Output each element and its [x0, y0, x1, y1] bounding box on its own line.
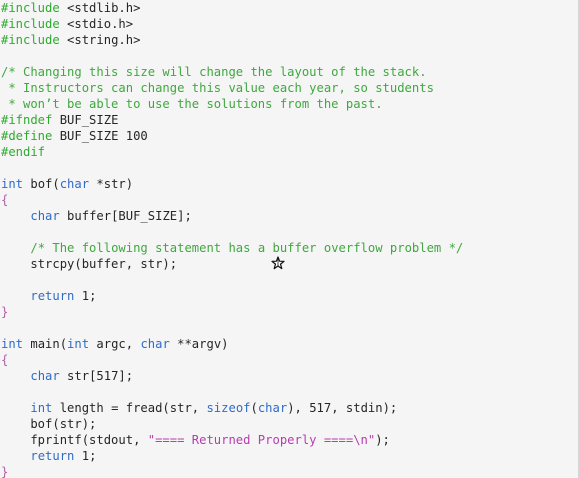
code-token: length = fread(str, — [52, 401, 207, 415]
code-token: int — [1, 177, 24, 191]
code-line: fprintf(stdout, "==== Returned Properly … — [1, 432, 578, 448]
code-token: #define — [1, 129, 60, 143]
code-editor[interactable]: #include <stdlib.h> #include <stdio.h> #in… — [0, 0, 579, 478]
code-token: "==== Returned Properly ====\n" — [147, 433, 376, 447]
code-token: char — [59, 177, 90, 191]
code-line: } — [1, 464, 578, 478]
code-token: str[517]; — [59, 369, 134, 383]
code-token: ); — [375, 433, 390, 447]
code-token: 1; — [74, 289, 97, 303]
code-line: int bof(char *str) — [1, 176, 578, 192]
code-token: /* The following statement has a buffer … — [30, 241, 464, 255]
code-token: buffer[BUF_SIZE]; — [59, 209, 192, 223]
code-token: 1; — [74, 449, 97, 463]
code-line: { — [1, 352, 578, 368]
code-line: #endif — [1, 144, 578, 160]
code-line: #define BUF_SIZE 100 — [1, 128, 578, 144]
code-token: char — [257, 401, 288, 415]
code-line: return 1; — [1, 448, 578, 464]
code-token: #endif — [1, 145, 46, 159]
code-token: *str) — [89, 177, 134, 191]
code-token: #ifndef — [1, 113, 60, 127]
code-line: strcpy(buffer, str); — [1, 256, 578, 272]
code-line: #include <stdlib.h> — [1, 0, 578, 16]
code-token: <stdio.h> — [67, 17, 134, 31]
code-line: #include <stdio.h> — [1, 16, 578, 32]
code-token: /* Changing this size will change the la… — [1, 65, 427, 79]
code-line: #include <string.h> — [1, 32, 578, 48]
code-token: bof(str); — [1, 417, 97, 431]
code-line: #ifndef BUF_SIZE — [1, 112, 578, 128]
code-line: char buffer[BUF_SIZE]; — [1, 208, 578, 224]
code-token: bof( — [23, 177, 60, 191]
code-token: fprintf(stdout, — [1, 433, 148, 447]
code-line: int main(int argc, char **argv) — [1, 336, 578, 352]
code-line: int length = fread(str, sizeof(char), 51… — [1, 400, 578, 416]
code-lines: #include <stdlib.h> #include <stdio.h> #in… — [1, 0, 578, 478]
code-token: #include — [1, 33, 68, 47]
code-token: int — [1, 337, 24, 351]
code-token: char — [30, 209, 60, 223]
code-token: main( — [23, 337, 68, 351]
code-token: int — [30, 401, 53, 415]
code-token: } — [1, 305, 9, 319]
code-token: **argv) — [169, 337, 229, 351]
code-line: /* The following statement has a buffer … — [1, 240, 578, 256]
code-token: * Instructors can change this value each… — [1, 81, 434, 95]
code-token: #include — [1, 17, 68, 31]
code-token: <stdlib.h> — [67, 1, 141, 15]
code-token: #include — [1, 1, 68, 15]
code-token: char — [140, 337, 170, 351]
code-line: * Instructors can change this value each… — [1, 80, 578, 96]
code-token: { — [1, 353, 9, 367]
code-token: char — [30, 369, 60, 383]
code-token: return — [30, 449, 75, 463]
code-token: return — [30, 289, 75, 303]
code-line: } — [1, 304, 578, 320]
code-line: return 1; — [1, 288, 578, 304]
code-line: bof(str); — [1, 416, 578, 432]
code-token: ), 517, stdin); — [287, 401, 398, 415]
code-token: BUF_SIZE 100 — [59, 129, 148, 143]
code-line: /* Changing this size will change the la… — [1, 64, 578, 80]
code-token: argc, — [89, 337, 141, 351]
code-line: { — [1, 192, 578, 208]
code-token: int — [67, 337, 90, 351]
code-token: * won’t be able to use the solutions fro… — [1, 97, 383, 111]
code-line: * won’t be able to use the solutions fro… — [1, 96, 578, 112]
code-token: sizeof — [206, 401, 251, 415]
code-token: <string.h> — [67, 33, 141, 47]
code-token: strcpy(buffer, str); — [1, 257, 178, 271]
star-cursor-icon — [271, 256, 285, 270]
code-token: { — [1, 193, 9, 207]
code-token: ( — [250, 401, 258, 415]
code-token: } — [1, 465, 9, 478]
code-line: char str[517]; — [1, 368, 578, 384]
code-token: BUF_SIZE — [59, 113, 119, 127]
